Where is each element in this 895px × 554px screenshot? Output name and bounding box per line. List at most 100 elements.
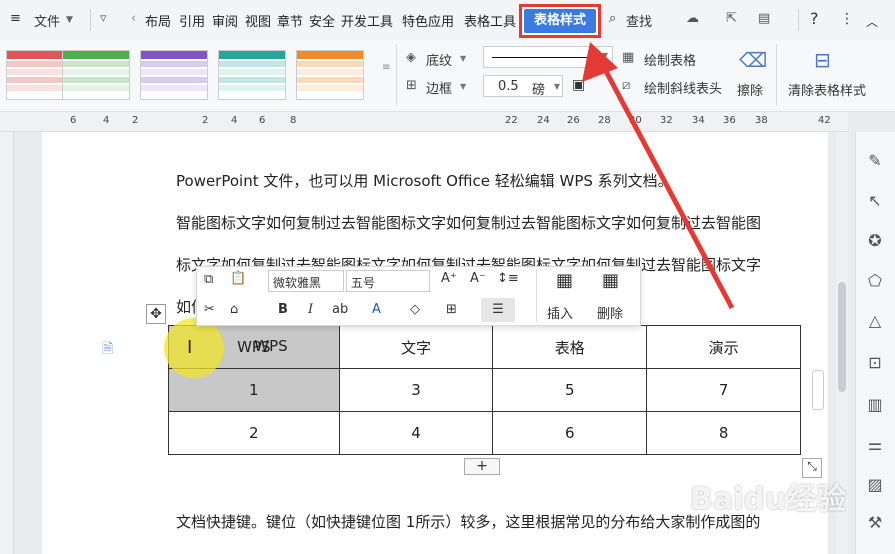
- settings-sliders-icon[interactable]: ⚌: [864, 434, 886, 456]
- cloud-icon[interactable]: ☁: [686, 11, 699, 26]
- scroll-thumb[interactable]: [838, 282, 846, 392]
- clear-style-button[interactable]: 清除表格样式: [788, 80, 866, 99]
- text-cursor-icon: I: [187, 337, 193, 358]
- copy-icon[interactable]: ⧉: [204, 272, 213, 287]
- italic-icon[interactable]: I: [308, 302, 313, 317]
- table-cell-text: WPS: [254, 337, 288, 355]
- more-options-icon[interactable]: ⋮: [840, 11, 854, 27]
- collapse-icon[interactable]: ︿: [866, 13, 878, 30]
- line-width-select[interactable]: 0.5 磅 ▼: [483, 75, 563, 98]
- table-style-teal[interactable]: [218, 50, 286, 100]
- chevron-down-icon[interactable]: ▿: [100, 11, 107, 26]
- tab-security[interactable]: 安全: [309, 11, 335, 30]
- table-style-purple[interactable]: [140, 50, 208, 100]
- shrink-font-icon[interactable]: A⁻: [470, 271, 486, 286]
- highlight-icon[interactable]: ab: [332, 302, 348, 317]
- more-icon[interactable]: ▤: [758, 11, 770, 26]
- separator: [536, 270, 537, 322]
- ruler-number: 38: [755, 115, 768, 126]
- table-move-handle[interactable]: ✥: [146, 304, 166, 324]
- scroll-left-icon[interactable]: ‹: [131, 11, 136, 26]
- border-icon[interactable]: ⊞: [446, 302, 457, 317]
- table-cell[interactable]: 4: [338, 411, 494, 455]
- tab-table-tools[interactable]: 表格工具: [464, 11, 516, 30]
- table-cell[interactable]: 3: [338, 368, 494, 412]
- tab-layout[interactable]: 布局: [145, 11, 171, 30]
- font-color-icon[interactable]: A: [372, 302, 381, 317]
- tab-chapter[interactable]: 章节: [277, 11, 303, 30]
- tab-developer[interactable]: 开发工具: [341, 11, 393, 30]
- paragraph-line: 文档快捷键。键位（如快捷键位图 1所示）较多，这里根据常见的分布给大家制作成图的: [176, 513, 761, 531]
- ruler-number: 42: [818, 115, 831, 126]
- file-menu[interactable]: 文件: [34, 11, 60, 30]
- ruler-number: 2: [132, 115, 139, 126]
- help-icon[interactable]: ?: [810, 9, 819, 28]
- ruler-number: 8: [290, 115, 297, 126]
- cursor-highlight: [164, 318, 224, 378]
- ribbon: ≡ ◈ 底纹 ▼ ⊞ 边框 ▼ ▼ 0.5 磅 ▼ ▣ ▦ 绘制表格 ⧄ 绘制斜…: [0, 40, 895, 112]
- ruler-number: 2: [202, 115, 209, 126]
- table-style-green[interactable]: [62, 50, 130, 100]
- table-cell[interactable]: 7: [646, 368, 801, 412]
- tab-review[interactable]: 审阅: [212, 11, 238, 30]
- font-value: 微软雅黑: [273, 276, 322, 290]
- right-sidebar: ✎ ↖ ✪ ⬠ △ ⊡ ▥ ⚌ ▨ ⚒: [855, 132, 895, 554]
- fill-color-icon[interactable]: ◇: [410, 302, 420, 317]
- table-cell[interactable]: 演示: [646, 325, 801, 369]
- format-painter-icon[interactable]: ⌂: [230, 302, 238, 317]
- grid-icon[interactable]: ⊡: [864, 352, 886, 374]
- shading-icon[interactable]: ◈: [406, 50, 416, 65]
- pen-icon[interactable]: ✎: [864, 150, 886, 172]
- border-icon[interactable]: ⊞: [406, 78, 417, 93]
- document-icon[interactable]: 🗎: [102, 338, 113, 362]
- image-icon[interactable]: ▨: [864, 474, 886, 496]
- more-styles-icon[interactable]: ≡: [382, 62, 390, 73]
- table-cell[interactable]: 5: [492, 368, 648, 412]
- chart-icon[interactable]: ▥: [864, 394, 886, 416]
- shape-icon[interactable]: ⬠: [864, 270, 886, 292]
- table-cell[interactable]: 6: [492, 411, 648, 455]
- ruler-number: 24: [537, 115, 550, 126]
- cut-icon[interactable]: ✂: [204, 302, 215, 317]
- ruler-number: 6: [259, 115, 266, 126]
- vertical-ruler: [0, 132, 14, 554]
- chevron-down-icon[interactable]: ▼: [460, 54, 466, 63]
- pointer-icon[interactable]: ↖: [864, 190, 886, 212]
- ruler-number: 4: [103, 115, 110, 126]
- clear-style-icon[interactable]: ⊟: [814, 48, 831, 72]
- side-panel-handle[interactable]: [812, 370, 824, 410]
- search-button[interactable]: 查找: [626, 11, 652, 30]
- search-icon[interactable]: ⌕: [609, 11, 616, 26]
- border-button[interactable]: 边框: [426, 78, 452, 97]
- add-row-button[interactable]: +: [464, 458, 500, 475]
- badge-icon[interactable]: ✪: [864, 230, 886, 252]
- grow-font-icon[interactable]: A⁺: [441, 271, 457, 286]
- table-cell[interactable]: 表格: [492, 325, 648, 369]
- font-select[interactable]: 微软雅黑: [268, 270, 344, 292]
- tab-table-style[interactable]: 表格样式: [524, 9, 596, 33]
- chevron-down-icon[interactable]: ▼: [460, 82, 466, 91]
- arrow-head: [582, 42, 618, 82]
- table-style-orange[interactable]: [296, 50, 364, 100]
- table-cell[interactable]: 2: [168, 411, 340, 455]
- table-row: 2 4 6 8: [168, 411, 801, 455]
- line-spacing-icon[interactable]: ↕≡: [497, 271, 519, 286]
- shading-button[interactable]: 底纹: [426, 50, 452, 69]
- table-cell[interactable]: 8: [646, 411, 801, 455]
- align-icon[interactable]: ☰: [481, 298, 515, 322]
- tab-features[interactable]: 特色应用: [402, 11, 454, 30]
- chevron-down-icon[interactable]: ▼: [66, 15, 73, 25]
- line-width-value: 0.5: [498, 79, 519, 94]
- share-icon[interactable]: ⇱: [726, 11, 737, 26]
- style-icon[interactable]: △: [864, 310, 886, 332]
- size-select[interactable]: 五号: [346, 270, 430, 292]
- separator: [396, 44, 397, 106]
- table-cell[interactable]: 文字: [338, 325, 494, 369]
- paste-icon[interactable]: 📋: [230, 271, 246, 286]
- tools-icon[interactable]: ⚒: [864, 512, 886, 534]
- hamburger-icon[interactable]: ≡: [10, 11, 21, 26]
- bold-icon[interactable]: B: [278, 302, 288, 317]
- tab-references[interactable]: 引用: [179, 11, 205, 30]
- tab-view[interactable]: 视图: [245, 11, 271, 30]
- arrow-shaft: [597, 58, 735, 310]
